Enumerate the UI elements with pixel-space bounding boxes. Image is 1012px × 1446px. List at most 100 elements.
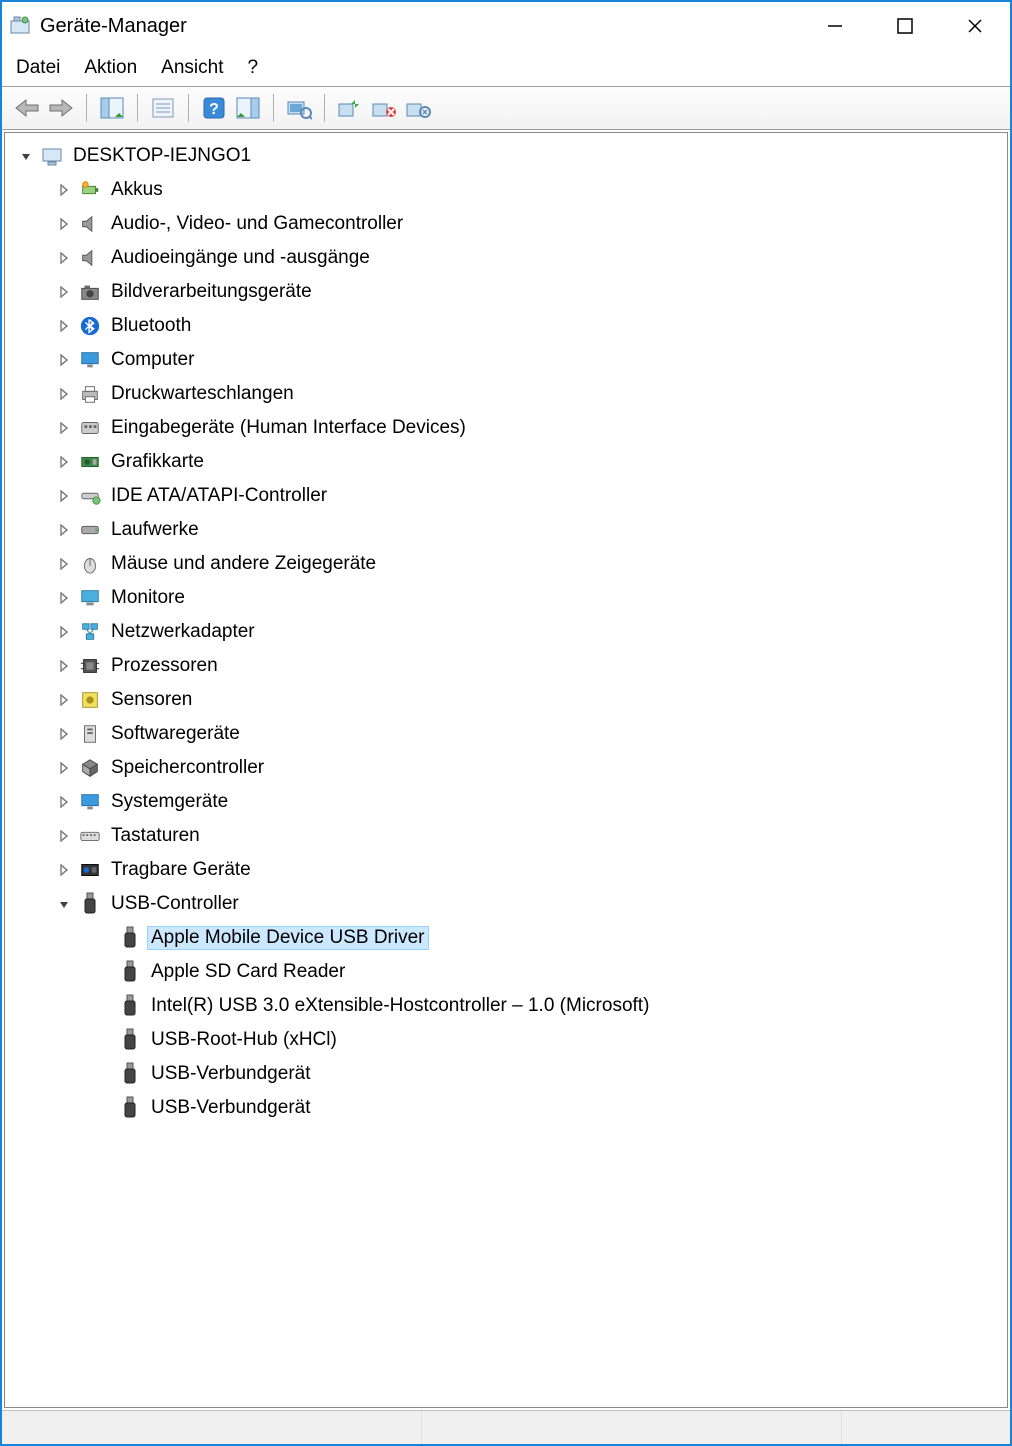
battery-icon xyxy=(77,177,103,203)
scan-hardware-button[interactable] xyxy=(282,91,316,125)
chevron-right-icon[interactable] xyxy=(55,725,73,743)
usb-icon xyxy=(117,1027,143,1053)
tree-category[interactable]: Mäuse und andere Zeigegeräte xyxy=(5,547,1007,581)
minimize-button[interactable] xyxy=(800,2,870,50)
tree-device[interactable]: USB-Verbundgerät xyxy=(5,1091,1007,1125)
ide-icon xyxy=(77,483,103,509)
tree-device[interactable]: USB-Root-Hub (xHCl) xyxy=(5,1023,1007,1057)
tree-category[interactable]: Laufwerke xyxy=(5,513,1007,547)
chevron-down-icon[interactable] xyxy=(17,147,35,165)
uninstall-device-button[interactable] xyxy=(401,91,435,125)
chevron-right-icon[interactable] xyxy=(55,487,73,505)
properties-button[interactable] xyxy=(146,91,180,125)
tree-category-label: Prozessoren xyxy=(111,655,218,677)
tree-category[interactable]: Grafikkarte xyxy=(5,445,1007,479)
chevron-right-icon[interactable] xyxy=(55,181,73,199)
tree-category[interactable]: Monitore xyxy=(5,581,1007,615)
toolbar-separator xyxy=(188,94,189,122)
show-hide-tree-button[interactable] xyxy=(95,91,129,125)
monitor-icon xyxy=(77,347,103,373)
mouse-icon xyxy=(77,551,103,577)
menu-datei[interactable]: Datei xyxy=(16,57,60,79)
toolbar-separator xyxy=(324,94,325,122)
tree-category-usb[interactable]: USB-Controller xyxy=(5,887,1007,921)
tree-device[interactable]: USB-Verbundgerät xyxy=(5,1057,1007,1091)
toolbar: ? xyxy=(2,86,1010,130)
menu-ansicht[interactable]: Ansicht xyxy=(161,57,223,79)
tree-category[interactable]: Bildverarbeitungsgeräte xyxy=(5,275,1007,309)
chevron-right-icon[interactable] xyxy=(55,419,73,437)
tree-category[interactable]: Speichercontroller xyxy=(5,751,1007,785)
tree-category[interactable]: Bluetooth xyxy=(5,309,1007,343)
chevron-right-icon[interactable] xyxy=(55,521,73,539)
action-pane-button[interactable] xyxy=(231,91,265,125)
tree-category[interactable]: Softwaregeräte xyxy=(5,717,1007,751)
disable-device-button[interactable] xyxy=(367,91,401,125)
tree-device-label: Intel(R) USB 3.0 eXtensible-Hostcontroll… xyxy=(151,995,649,1017)
close-button[interactable] xyxy=(940,2,1010,50)
keyboard-icon xyxy=(77,823,103,849)
camera-icon xyxy=(77,279,103,305)
tree-category[interactable]: Sensoren xyxy=(5,683,1007,717)
chevron-right-icon[interactable] xyxy=(55,385,73,403)
menu-help[interactable]: ? xyxy=(247,57,258,79)
chevron-right-icon[interactable] xyxy=(55,351,73,369)
device-tree[interactable]: DESKTOP-IEJNGO1 AkkusAudio-, Video- und … xyxy=(4,132,1008,1408)
tree-category[interactable]: Audioeingänge und -ausgänge xyxy=(5,241,1007,275)
tree-device-label: Apple Mobile Device USB Driver xyxy=(147,926,429,950)
tree-category-label: Speichercontroller xyxy=(111,757,264,779)
cpu-icon xyxy=(77,653,103,679)
menu-aktion[interactable]: Aktion xyxy=(84,57,137,79)
gpu-icon xyxy=(77,449,103,475)
chevron-right-icon[interactable] xyxy=(55,623,73,641)
chevron-right-icon[interactable] xyxy=(55,249,73,267)
chevron-right-icon[interactable] xyxy=(55,691,73,709)
tree-category-label: Druckwarteschlangen xyxy=(111,383,294,405)
tree-category[interactable]: Eingabegeräte (Human Interface Devices) xyxy=(5,411,1007,445)
tree-device[interactable]: Intel(R) USB 3.0 eXtensible-Hostcontroll… xyxy=(5,989,1007,1023)
chevron-right-icon[interactable] xyxy=(55,657,73,675)
tree-category[interactable]: Akkus xyxy=(5,173,1007,207)
chevron-right-icon[interactable] xyxy=(55,283,73,301)
chevron-right-icon[interactable] xyxy=(55,589,73,607)
tree-category[interactable]: Prozessoren xyxy=(5,649,1007,683)
tree-category[interactable]: Audio-, Video- und Gamecontroller xyxy=(5,207,1007,241)
tree-category[interactable]: IDE ATA/ATAPI-Controller xyxy=(5,479,1007,513)
tree-category-label: Mäuse und andere Zeigegeräte xyxy=(111,553,376,575)
tree-root[interactable]: DESKTOP-IEJNGO1 xyxy=(5,139,1007,173)
chevron-down-icon[interactable] xyxy=(55,895,73,913)
tree-category-label: Bluetooth xyxy=(111,315,191,337)
chevron-right-icon[interactable] xyxy=(55,317,73,335)
chevron-right-icon[interactable] xyxy=(55,861,73,879)
tree-device-label: USB-Verbundgerät xyxy=(151,1063,311,1085)
status-section xyxy=(2,1411,422,1444)
statusbar xyxy=(2,1410,1010,1444)
tree-category-label: USB-Controller xyxy=(111,893,239,915)
chevron-right-icon[interactable] xyxy=(55,453,73,471)
chevron-right-icon[interactable] xyxy=(55,555,73,573)
usb-icon xyxy=(117,959,143,985)
tree-root-label: DESKTOP-IEJNGO1 xyxy=(73,145,251,167)
tree-category[interactable]: Computer xyxy=(5,343,1007,377)
tree-category-label: Grafikkarte xyxy=(111,451,204,473)
usb-icon xyxy=(117,1061,143,1087)
maximize-button[interactable] xyxy=(870,2,940,50)
tree-category[interactable]: Tastaturen xyxy=(5,819,1007,853)
tree-category-label: Tragbare Geräte xyxy=(111,859,251,881)
tree-device[interactable]: Apple SD Card Reader xyxy=(5,955,1007,989)
enable-device-button[interactable] xyxy=(333,91,367,125)
back-button[interactable] xyxy=(10,91,44,125)
tree-category[interactable]: Tragbare Geräte xyxy=(5,853,1007,887)
forward-button[interactable] xyxy=(44,91,78,125)
tree-category[interactable]: Systemgeräte xyxy=(5,785,1007,819)
tree-category[interactable]: Netzwerkadapter xyxy=(5,615,1007,649)
tree-category[interactable]: Druckwarteschlangen xyxy=(5,377,1007,411)
tree-device-label: USB-Verbundgerät xyxy=(151,1097,311,1119)
chevron-right-icon[interactable] xyxy=(55,793,73,811)
tree-device[interactable]: Apple Mobile Device USB Driver xyxy=(5,921,1007,955)
chevron-right-icon[interactable] xyxy=(55,759,73,777)
chevron-right-icon[interactable] xyxy=(55,827,73,845)
tree-category-label: IDE ATA/ATAPI-Controller xyxy=(111,485,327,507)
chevron-right-icon[interactable] xyxy=(55,215,73,233)
help-button[interactable]: ? xyxy=(197,91,231,125)
